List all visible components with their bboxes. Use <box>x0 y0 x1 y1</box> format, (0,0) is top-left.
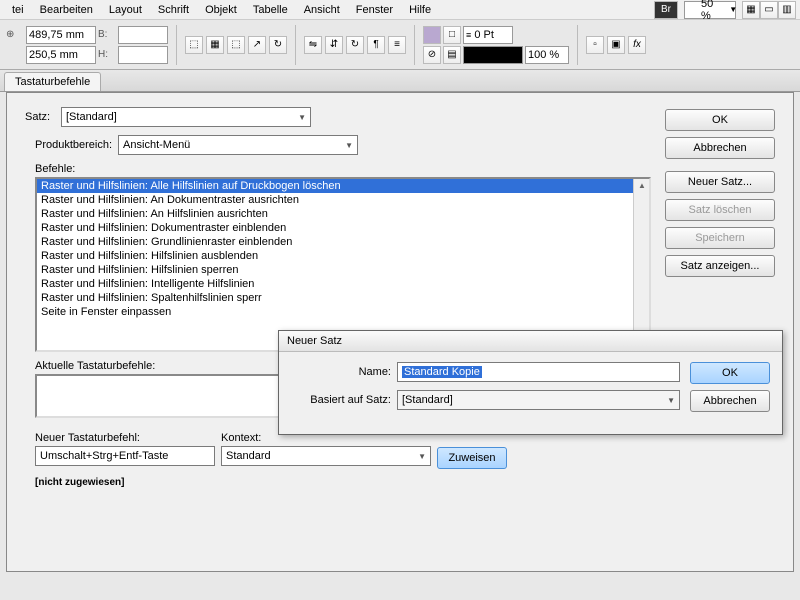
list-item[interactable]: Raster und Hilfslinien: Hilfslinien ausb… <box>37 249 649 263</box>
w-field[interactable] <box>118 26 168 44</box>
fill-swatch[interactable] <box>423 26 441 44</box>
tool-icon[interactable]: ▦ <box>206 36 224 54</box>
no-fill-icon[interactable]: ⊘ <box>423 46 441 64</box>
x-field[interactable]: 489,75 mm <box>26 26 96 44</box>
y-field[interactable]: 250,5 mm <box>26 46 96 64</box>
menu-objekt[interactable]: Objekt <box>197 2 245 18</box>
based-on-label: Basiert auf Satz: <box>291 394 391 406</box>
list-item[interactable]: Raster und Hilfslinien: Dokumentraster e… <box>37 221 649 235</box>
product-area-dropdown[interactable]: Ansicht-Menü▼ <box>118 135 358 155</box>
based-on-dropdown[interactable]: [Standard]▼ <box>397 390 680 410</box>
gradient-icon[interactable]: ▤ <box>443 46 461 64</box>
tool-icon[interactable]: ↻ <box>269 36 287 54</box>
name-input[interactable]: Standard Kopie <box>397 362 680 382</box>
rotate-icon[interactable]: ↻ <box>346 36 364 54</box>
wrap-icon[interactable]: ▣ <box>607 36 625 54</box>
stroke-swatch[interactable]: □ <box>443 26 461 44</box>
menu-layout[interactable]: Layout <box>101 2 150 18</box>
stroke-weight[interactable]: ≡ 0 Pt <box>463 26 513 44</box>
list-item[interactable]: Raster und Hilfslinien: An Hilfslinien a… <box>37 207 649 221</box>
menu-tabelle[interactable]: Tabelle <box>245 2 296 18</box>
bridge-icon[interactable]: Br <box>654 1 678 19</box>
menu-fenster[interactable]: Fenster <box>348 2 401 18</box>
stroke-style[interactable] <box>463 46 523 64</box>
flip-h-icon[interactable]: ⇋ <box>304 36 322 54</box>
list-item[interactable]: Raster und Hilfslinien: An Dokumentraste… <box>37 193 649 207</box>
tool-icon[interactable]: ⬚ <box>185 36 203 54</box>
fx-icon[interactable]: fx <box>628 36 646 54</box>
x-label: ⊕ <box>6 29 24 40</box>
list-item[interactable]: Raster und Hilfslinien: Spaltenhilfslini… <box>37 291 649 305</box>
delete-set-button[interactable]: Satz löschen <box>665 199 775 221</box>
tool-icon[interactable]: ↗ <box>248 36 266 54</box>
save-button[interactable]: Speichern <box>665 227 775 249</box>
commands-listbox[interactable]: Raster und Hilfslinien: Alle Hilfslinien… <box>35 177 651 352</box>
cancel-button[interactable]: Abbrechen <box>665 137 775 159</box>
tab-strip: Tastaturbefehle <box>0 70 800 92</box>
assign-button[interactable]: Zuweisen <box>437 447 507 469</box>
menubar: tei Bearbeiten Layout Schrift Objekt Tab… <box>0 0 800 20</box>
menu-hilfe[interactable]: Hilfe <box>401 2 439 18</box>
modal-cancel-button[interactable]: Abbrechen <box>690 390 770 412</box>
menu-bearbeiten[interactable]: Bearbeiten <box>32 2 101 18</box>
zoom-dropdown[interactable]: 50 %▼ <box>684 1 736 19</box>
list-item[interactable]: Raster und Hilfslinien: Intelligente Hil… <box>37 277 649 291</box>
list-item[interactable]: Raster und Hilfslinien: Grundlinienraste… <box>37 235 649 249</box>
not-assigned-status: [nicht zugewiesen] <box>35 477 651 488</box>
set-label: Satz: <box>25 111 55 123</box>
list-item[interactable]: Raster und Hilfslinien: Hilfslinien sper… <box>37 263 649 277</box>
menu-schrift[interactable]: Schrift <box>150 2 197 18</box>
new-set-modal: Neuer Satz Name: Standard Kopie Basiert … <box>278 330 783 435</box>
menu-ansicht[interactable]: Ansicht <box>296 2 348 18</box>
h-field[interactable] <box>118 46 168 64</box>
tab-shortcuts[interactable]: Tastaturbefehle <box>4 72 101 91</box>
effects-icon[interactable]: ▫ <box>586 36 604 54</box>
modal-title: Neuer Satz <box>279 331 782 352</box>
b-label: B: <box>98 29 116 40</box>
toolbar: ⊕489,75 mmB: 250,5 mmH: ⬚ ▦ ⬚ ↗ ↻ ⇋ ⇵ ↻ … <box>0 20 800 70</box>
list-item[interactable]: Raster und Hilfslinien: Alle Hilfslinien… <box>37 179 649 193</box>
modal-ok-button[interactable]: OK <box>690 362 770 384</box>
align-icon[interactable]: ≡ <box>388 36 406 54</box>
set-dropdown[interactable]: [Standard]▼ <box>61 107 311 127</box>
commands-label: Befehle: <box>35 163 651 175</box>
ok-button[interactable]: OK <box>665 109 775 131</box>
view-mode-icon[interactable]: ▦ <box>742 1 760 19</box>
tool-icon[interactable]: ⬚ <box>227 36 245 54</box>
scrollbar[interactable] <box>633 179 649 350</box>
show-set-button[interactable]: Satz anzeigen... <box>665 255 775 277</box>
paragraph-icon[interactable]: ¶ <box>367 36 385 54</box>
h-label: H: <box>98 49 116 60</box>
product-area-label: Produktbereich: <box>35 139 112 151</box>
new-shortcut-label: Neuer Tastaturbefehl: <box>35 432 215 444</box>
name-label: Name: <box>291 366 391 378</box>
new-shortcut-input[interactable]: Umschalt+Strg+Entf-Taste <box>35 446 215 466</box>
context-dropdown[interactable]: Standard▼ <box>221 446 431 466</box>
arrange-icon[interactable]: ▥ <box>778 1 796 19</box>
flip-v-icon[interactable]: ⇵ <box>325 36 343 54</box>
list-item[interactable]: Seite in Fenster einpassen <box>37 305 649 319</box>
screen-mode-icon[interactable]: ▭ <box>760 1 778 19</box>
new-set-button[interactable]: Neuer Satz... <box>665 171 775 193</box>
menu-datei[interactable]: tei <box>4 2 32 18</box>
opacity-field[interactable]: 100 % <box>525 46 569 64</box>
